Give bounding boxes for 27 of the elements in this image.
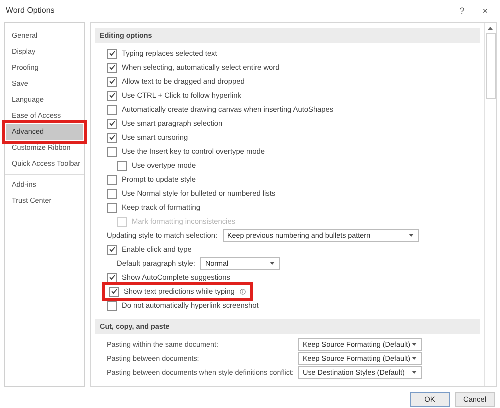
checkbox[interactable] [107, 132, 117, 143]
checkbox[interactable] [107, 62, 117, 73]
dropdown-caret-icon [408, 234, 414, 238]
dropdown-caret-icon [412, 357, 417, 360]
dropdown-caret-icon [270, 262, 276, 266]
checkbox[interactable] [107, 90, 117, 101]
checkbox[interactable] [107, 244, 117, 255]
checkbox[interactable] [109, 286, 119, 297]
checkbox[interactable] [107, 48, 117, 59]
window-title: Word Options [6, 6, 56, 16]
checkbox[interactable] [107, 174, 117, 185]
checkbox[interactable] [107, 118, 117, 129]
scroll-thumb[interactable] [486, 32, 496, 99]
checkbox[interactable] [107, 104, 117, 115]
checkbox[interactable] [107, 272, 117, 283]
checkbox[interactable] [107, 202, 117, 213]
checkbox[interactable] [107, 300, 117, 311]
checkbox[interactable] [107, 188, 117, 199]
dropdown-caret-icon [412, 371, 417, 374]
dropdown-caret-icon [412, 343, 417, 346]
close-button[interactable]: × [478, 6, 492, 16]
checkbox[interactable] [107, 76, 117, 87]
checkbox[interactable] [107, 146, 117, 157]
help-button[interactable]: ? [456, 6, 469, 16]
checkbox[interactable] [117, 160, 127, 171]
scroll-up-arrow-icon[interactable] [488, 26, 493, 30]
scrollbar[interactable] [484, 22, 496, 386]
